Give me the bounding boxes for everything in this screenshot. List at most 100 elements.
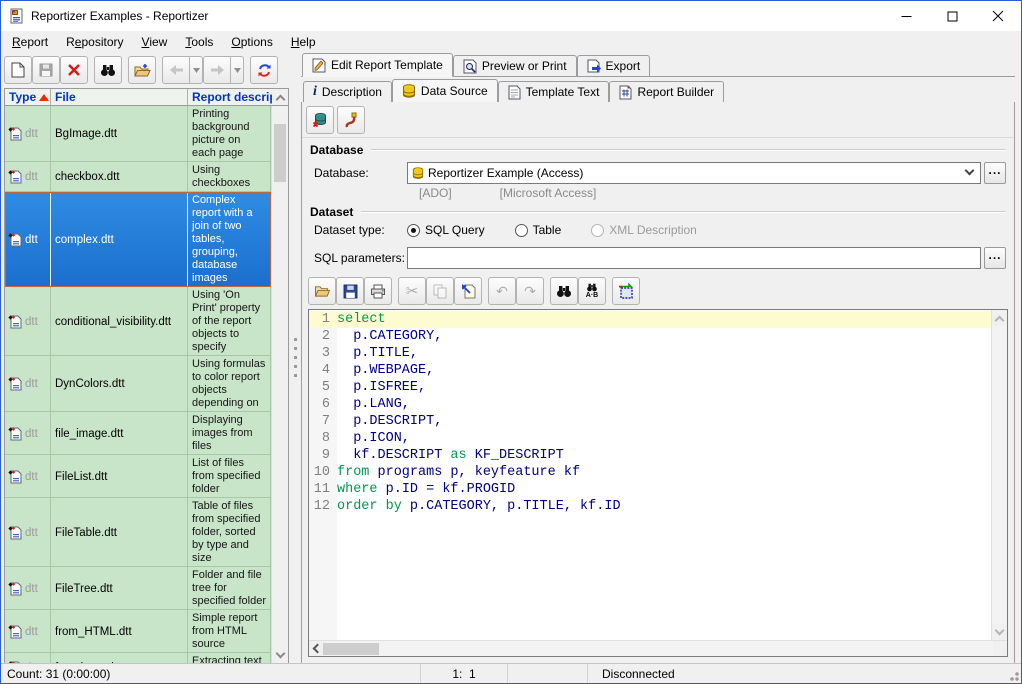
menu-tools[interactable]: Tools: [176, 32, 222, 52]
menu-report[interactable]: Report: [3, 32, 57, 52]
close-database-button[interactable]: [306, 106, 334, 134]
scroll-down-icon[interactable]: [992, 624, 1007, 640]
tab-export[interactable]: Export: [577, 55, 651, 76]
sql-line[interactable]: 10from programs p, keyfeature kf: [309, 464, 991, 481]
sql-line[interactable]: 7 p.DESCRIPT,: [309, 413, 991, 430]
print-button[interactable]: [364, 277, 392, 305]
tab-template-text[interactable]: Template Text: [498, 81, 610, 102]
radio-sql-query[interactable]: SQL Query: [407, 223, 485, 237]
replace-badge: A·B: [586, 292, 598, 299]
panel-splitter[interactable]: [289, 54, 301, 662]
save-button[interactable]: [32, 56, 60, 84]
connect-icon: [344, 112, 359, 128]
column-header-type[interactable]: Type: [5, 89, 51, 105]
cut-button[interactable]: ✂: [398, 277, 426, 305]
query-builder-button[interactable]: [612, 277, 640, 305]
replace-button[interactable]: A·B: [578, 277, 606, 305]
menu-help[interactable]: Help: [282, 32, 325, 52]
sql-parameters-browse-button[interactable]: ...: [984, 247, 1006, 269]
scroll-down-icon[interactable]: [272, 647, 288, 663]
sql-line[interactable]: 12order by p.CATEGORY, p.TITLE, kf.ID: [309, 498, 991, 515]
radio-icon: [591, 224, 604, 237]
sql-editor[interactable]: 1select2 p.CATEGORY,3 p.TITLE,4 p.WEBPAG…: [308, 309, 1008, 657]
close-button[interactable]: [975, 1, 1021, 31]
scroll-left-icon[interactable]: [309, 641, 323, 656]
open-folder-button[interactable]: [128, 56, 156, 84]
tab-data-source[interactable]: Data Source: [392, 79, 498, 103]
database-combobox[interactable]: Reportizer Example (Access): [407, 162, 981, 184]
file-type-label: dtt: [25, 471, 38, 483]
menu-options[interactable]: Options: [222, 32, 281, 52]
back-history-button[interactable]: [190, 56, 203, 84]
scroll-up-icon[interactable]: [992, 310, 1007, 326]
connect-database-button[interactable]: [337, 106, 365, 134]
table-row[interactable]: dtt FileList.dtt List of files from spec…: [5, 455, 271, 498]
resize-grip[interactable]: [1006, 668, 1020, 682]
delete-button[interactable]: [60, 56, 88, 84]
sql-line[interactable]: 1select: [309, 311, 991, 328]
sql-code: order by p.CATEGORY, p.TITLE, kf.ID: [337, 498, 621, 515]
combo-dropdown-icon[interactable]: [960, 169, 978, 177]
sql-line[interactable]: 2 p.CATEGORY,: [309, 328, 991, 345]
sql-line[interactable]: 8 p.ICON,: [309, 430, 991, 447]
table-row[interactable]: dtt from_HTML.dtt Simple report from HTM…: [5, 610, 271, 653]
paste-icon: [461, 284, 476, 299]
tab-description[interactable]: i Description: [303, 81, 392, 102]
tab-preview-or-print[interactable]: Preview or Print: [453, 55, 577, 76]
menu-view[interactable]: View: [133, 32, 177, 52]
sql-line[interactable]: 3 p.TITLE,: [309, 345, 991, 362]
back-button[interactable]: [162, 56, 190, 84]
forward-history-button[interactable]: [231, 56, 244, 84]
refresh-button[interactable]: [250, 56, 278, 84]
sql-line[interactable]: 9 kf.DESCRIPT as KF_DESCRIPT: [309, 447, 991, 464]
maximize-button[interactable]: [929, 1, 975, 31]
scroll-up-icon[interactable]: [272, 89, 288, 105]
sql-editor-lines[interactable]: 1select2 p.CATEGORY,3 p.TITLE,4 p.WEBPAG…: [309, 311, 991, 640]
sql-line[interactable]: 4 p.WEBPAGE,: [309, 362, 991, 379]
new-document-icon: [11, 62, 25, 78]
sql-line[interactable]: 6 p.LANG,: [309, 396, 991, 413]
table-row[interactable]: dtt complex.dtt Complex report with a jo…: [5, 192, 271, 287]
scrollbar-thumb[interactable]: [274, 124, 286, 182]
undo-button[interactable]: ↶: [488, 277, 516, 305]
table-row[interactable]: dtt BgImage.dtt Printing background pict…: [5, 106, 271, 162]
new-report-button[interactable]: [4, 56, 32, 84]
table-row[interactable]: dtt conditional_visibility.dtt Using 'On…: [5, 287, 271, 356]
line-number: 2: [309, 328, 337, 345]
editor-vertical-scrollbar[interactable]: [991, 310, 1007, 640]
column-header-file[interactable]: File: [51, 89, 188, 105]
table-row[interactable]: dtt funcdescr.dtt Extracting text parts: [5, 653, 271, 663]
scrollbar-thumb[interactable]: [323, 643, 379, 655]
table-row[interactable]: dtt FileTree.dtt Folder and file tree fo…: [5, 567, 271, 610]
find-button[interactable]: [550, 277, 578, 305]
forward-button[interactable]: [203, 56, 231, 84]
file-type-label: dtt: [25, 527, 38, 539]
file-list-scrollbar[interactable]: [271, 106, 288, 663]
save-file-button[interactable]: [336, 277, 364, 305]
table-row[interactable]: dtt file_image.dtt Displaying images fro…: [5, 412, 271, 455]
open-file-button[interactable]: [308, 277, 336, 305]
database-browse-button[interactable]: ...: [984, 162, 1006, 184]
copy-button[interactable]: [426, 277, 454, 305]
status-cursor-position: 1: 1: [421, 664, 508, 683]
paste-button[interactable]: [454, 277, 482, 305]
editor-horizontal-scrollbar[interactable]: [309, 640, 1007, 656]
menu-repository[interactable]: Repository: [57, 32, 132, 52]
radio-table[interactable]: Table: [515, 223, 562, 237]
copy-icon: [433, 284, 447, 299]
search-button[interactable]: [94, 56, 122, 84]
table-row[interactable]: dtt checkbox.dtt Using checkboxes: [5, 162, 271, 192]
main-toolbar: [4, 56, 289, 88]
sql-line[interactable]: 11where p.ID = kf.PROGID: [309, 481, 991, 498]
minimize-button[interactable]: [883, 1, 929, 31]
scroll-right-icon[interactable]: [993, 641, 1007, 656]
table-row[interactable]: dtt FileTable.dtt Table of files from sp…: [5, 498, 271, 567]
sql-line[interactable]: 5 p.ISFREE,: [309, 379, 991, 396]
redo-button[interactable]: ↷: [516, 277, 544, 305]
sql-parameters-input[interactable]: [407, 247, 981, 269]
text-document-icon: [508, 85, 521, 100]
table-row[interactable]: dtt DynColors.dtt Using formulas to colo…: [5, 356, 271, 412]
tab-edit-report-template[interactable]: Edit Report Template: [302, 53, 453, 77]
tab-report-builder[interactable]: Report Builder: [609, 81, 724, 102]
title-bar: Reportizer Examples - Reportizer: [1, 1, 1021, 31]
